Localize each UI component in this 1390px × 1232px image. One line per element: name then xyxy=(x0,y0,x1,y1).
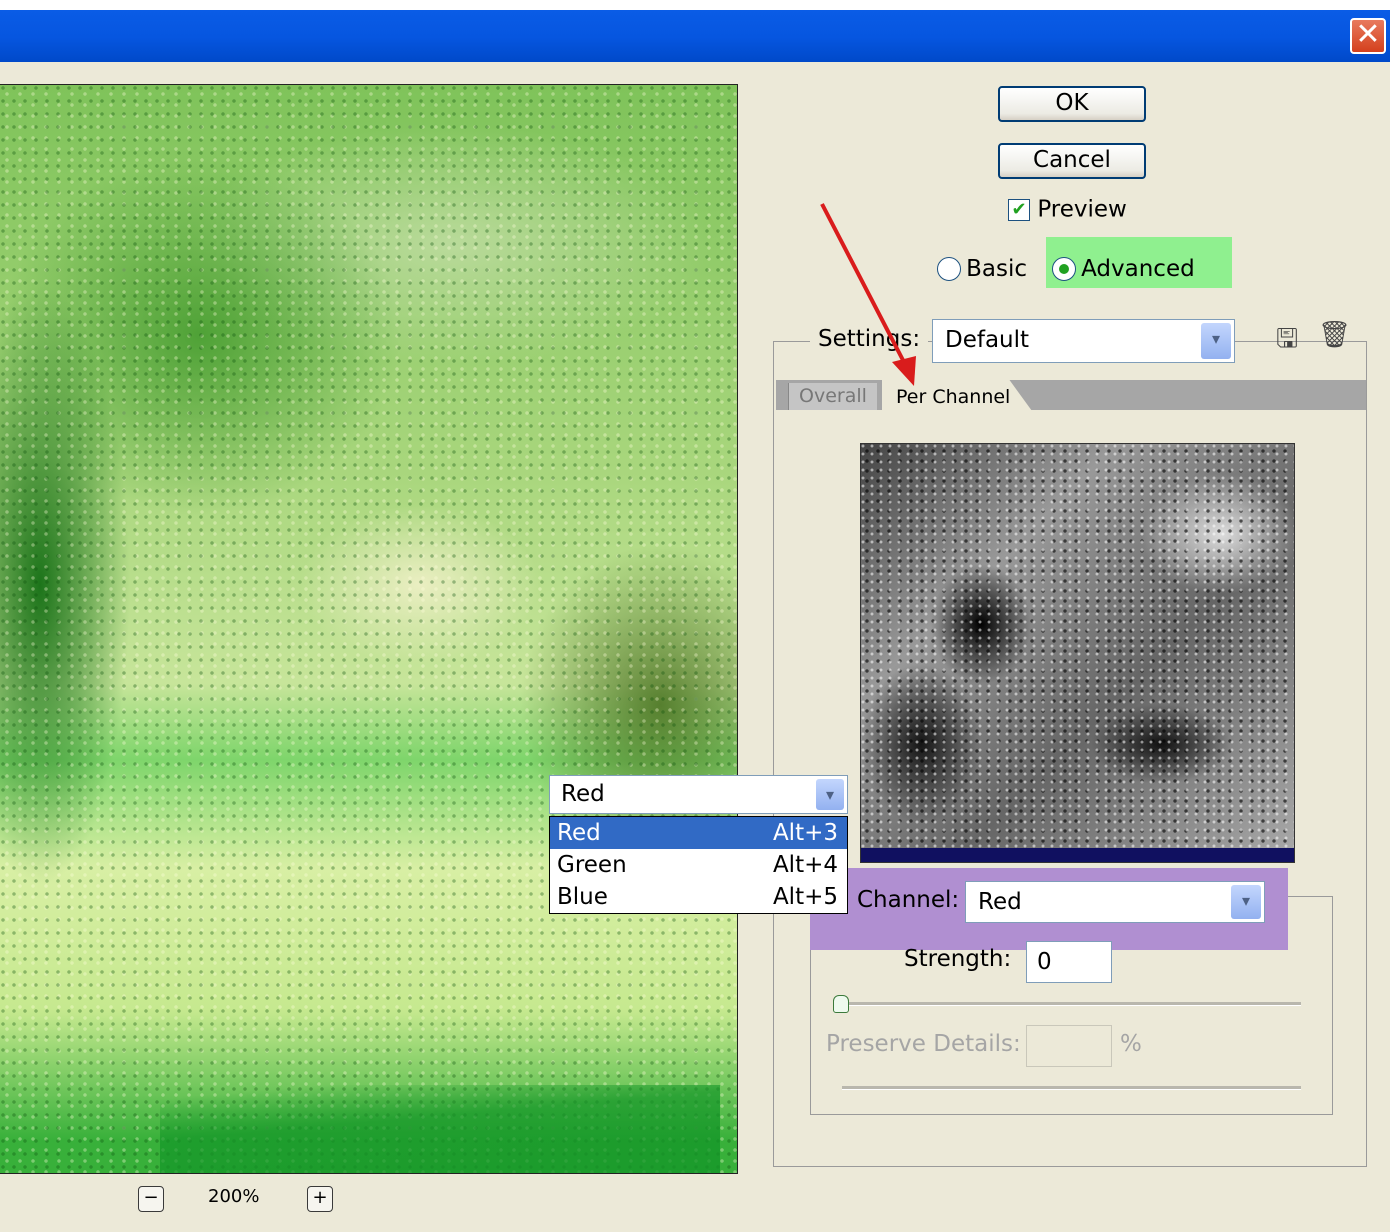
preserve-details-input xyxy=(1026,1025,1112,1067)
channel-preview xyxy=(860,443,1295,863)
preserve-details-unit: % xyxy=(1120,1031,1142,1057)
annotation-arrow xyxy=(820,203,916,386)
chevron-down-icon[interactable]: ▾ xyxy=(816,779,844,810)
basic-radio-row[interactable]: Basic xyxy=(937,256,1027,282)
channel-preview-band xyxy=(861,848,1294,862)
preserve-details-slider-track xyxy=(842,1086,1301,1090)
zoom-in-button[interactable]: + xyxy=(307,1186,333,1212)
option-label: Red xyxy=(557,820,601,846)
strength-input[interactable]: 0 xyxy=(1026,941,1112,983)
channel-value: Red xyxy=(978,889,1022,915)
advanced-label: Advanced xyxy=(1081,256,1195,282)
save-settings-icon[interactable]: 🖫 xyxy=(1276,320,1298,364)
preview-shading xyxy=(160,1085,720,1173)
chevron-down-icon[interactable]: ▾ xyxy=(1231,885,1261,919)
option-shortcut: Alt+3 xyxy=(772,820,838,846)
channel-select[interactable]: Red ▾ xyxy=(965,881,1265,923)
strength-slider-track[interactable] xyxy=(842,1002,1301,1006)
dropdown-option-blue[interactable]: Blue Alt+5 xyxy=(550,881,847,913)
channel-dropdown-value: Red xyxy=(561,781,605,807)
option-label: Blue xyxy=(557,884,608,910)
settings-value: Default xyxy=(945,327,1030,353)
chevron-down-icon[interactable]: ▾ xyxy=(1201,323,1231,359)
settings-select[interactable]: Default ▾ xyxy=(932,319,1235,363)
cancel-button[interactable]: Cancel xyxy=(998,143,1146,179)
channel-dropdown-list: Red Alt+3 Green Alt+4 Blue Alt+5 xyxy=(549,816,848,914)
zoom-out-button[interactable]: − xyxy=(138,1186,164,1212)
channel-dropdown-field[interactable]: Red ▾ xyxy=(549,775,848,814)
zoom-bar: − 200% + xyxy=(0,1176,740,1220)
option-shortcut: Alt+4 xyxy=(772,852,838,878)
preserve-details-label: Preserve Details: xyxy=(826,1031,1021,1057)
advanced-radio-row[interactable]: Advanced xyxy=(1052,256,1195,282)
advanced-radio[interactable] xyxy=(1052,257,1076,281)
preview-checkbox-row[interactable]: ✔ Preview xyxy=(1008,196,1127,224)
strength-slider-thumb[interactable] xyxy=(833,995,849,1013)
strength-label: Strength: xyxy=(904,946,1012,972)
zoom-level: 200% xyxy=(208,1186,260,1207)
option-label: Green xyxy=(557,852,627,878)
dropdown-option-red[interactable]: Red Alt+3 xyxy=(550,817,847,849)
close-icon[interactable]: ✕ xyxy=(1350,18,1386,54)
dropdown-option-green[interactable]: Green Alt+4 xyxy=(550,849,847,881)
preview-checkbox[interactable]: ✔ xyxy=(1008,198,1030,221)
trash-icon[interactable]: 🗑 xyxy=(1318,320,1351,350)
basic-radio[interactable] xyxy=(937,257,961,281)
preview-label: Preview xyxy=(1037,196,1127,223)
image-preview[interactable] xyxy=(0,84,738,1174)
ok-button[interactable]: OK xyxy=(998,86,1146,122)
title-bar-top-edge xyxy=(0,0,1390,10)
option-shortcut: Alt+5 xyxy=(772,884,838,910)
channel-label: Channel: xyxy=(857,887,960,913)
basic-label: Basic xyxy=(966,256,1027,282)
